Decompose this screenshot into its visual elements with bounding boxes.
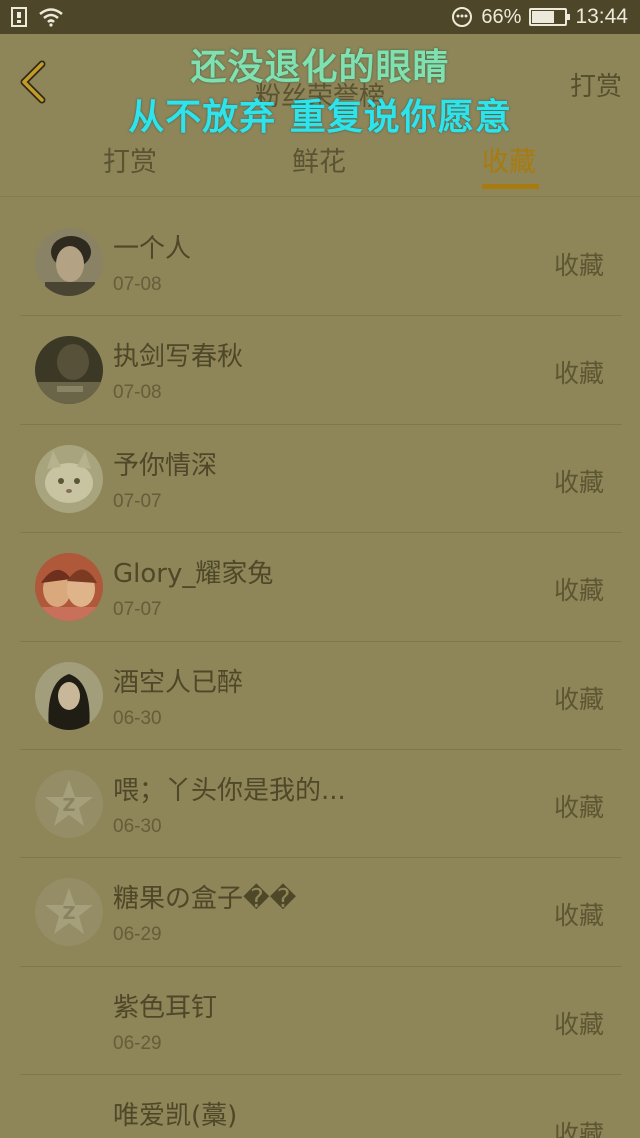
user-name: 唯爱凯(藁) bbox=[113, 1101, 238, 1132]
list-item[interactable]: Z 喂；丫头你是我的... 06-30 收藏 bbox=[20, 750, 622, 859]
tab-bar: 打赏 鲜花 收藏 bbox=[0, 122, 640, 196]
user-name: 予你情深 bbox=[113, 450, 218, 481]
divider bbox=[0, 196, 640, 197]
date: 06-29 bbox=[113, 1032, 162, 1054]
list-item[interactable]: Z 糖果の盒子�� 06-29 收藏 bbox=[20, 858, 622, 967]
lyric-line-1: 还没退化的眼睛 bbox=[190, 47, 450, 88]
date: 07-07 bbox=[113, 599, 162, 621]
user-name: Glory_耀家兔 bbox=[113, 559, 274, 590]
action-label: 收藏 bbox=[553, 467, 604, 497]
emoji-icon bbox=[452, 7, 473, 27]
active-tab-indicator bbox=[482, 184, 539, 189]
avatar: Z bbox=[35, 878, 103, 947]
date: 06-30 bbox=[113, 815, 162, 837]
user-name: 酒空人已醉 bbox=[113, 667, 244, 698]
action-label: 收藏 bbox=[553, 251, 604, 280]
list-item[interactable]: 予你情深 07-07 收藏 bbox=[20, 425, 622, 534]
action-label: 收藏 bbox=[553, 576, 604, 606]
list-item[interactable]: 酒空人已醉 06-30 收藏 bbox=[20, 642, 622, 750]
date: 06-30 bbox=[113, 707, 162, 729]
date: 07-07 bbox=[113, 490, 162, 512]
avatar bbox=[35, 228, 103, 296]
wifi-icon bbox=[39, 8, 63, 27]
date: 07-08 bbox=[113, 382, 162, 404]
status-bar: 66% 13:44 bbox=[0, 0, 640, 34]
notification-icon bbox=[11, 7, 27, 27]
clock: 13:44 bbox=[575, 5, 628, 28]
list-item[interactable]: 执剑写春秋 07-08 收藏 bbox=[20, 316, 622, 425]
action-label: 收藏 bbox=[553, 1120, 604, 1138]
list-item[interactable]: Glory_耀家兔 07-07 收藏 bbox=[20, 533, 622, 642]
list-item[interactable]: 一个人 07-08 收藏 bbox=[20, 208, 622, 317]
svg-text:Z: Z bbox=[62, 795, 75, 816]
list-item[interactable]: 紫色耳钉 06-29 收藏 bbox=[20, 967, 622, 1076]
avatar: Z bbox=[35, 769, 103, 838]
tab-tip[interactable]: 打赏 bbox=[103, 140, 157, 179]
avatar bbox=[35, 661, 103, 730]
avatar bbox=[35, 444, 103, 513]
battery-percent: 66% bbox=[481, 5, 522, 28]
status-left bbox=[10, 6, 64, 28]
date: 06-29 bbox=[113, 924, 162, 946]
user-name: 执剑写春秋 bbox=[113, 342, 244, 373]
battery-level bbox=[532, 11, 554, 23]
user-name: 糖果の盒子�� bbox=[113, 884, 297, 915]
user-name: 一个人 bbox=[113, 234, 192, 264]
avatar bbox=[35, 553, 103, 622]
action-label: 收藏 bbox=[553, 684, 604, 714]
date: 07-08 bbox=[113, 274, 162, 295]
tab-favorites[interactable]: 收藏 bbox=[482, 140, 536, 179]
battery-icon bbox=[529, 8, 571, 26]
tab-flowers[interactable]: 鲜花 bbox=[292, 140, 346, 179]
user-name: 喂；丫头你是我的... bbox=[113, 775, 346, 806]
action-label: 收藏 bbox=[553, 359, 604, 389]
fan-list: 一个人 07-08 收藏 执剑写春秋 07-08 收藏 予你情深 07-07 收… bbox=[20, 208, 622, 1138]
svg-text:Z: Z bbox=[62, 903, 75, 924]
action-label: 收藏 bbox=[553, 901, 604, 931]
action-label: 收藏 bbox=[553, 792, 604, 822]
status-right: 66% 13:44 bbox=[451, 0, 628, 34]
action-label: 收藏 bbox=[553, 1009, 604, 1039]
avatar bbox=[35, 336, 103, 405]
user-name: 紫色耳钉 bbox=[113, 992, 218, 1023]
list-item[interactable]: 唯爱凯(藁) 收藏 bbox=[20, 1075, 622, 1138]
